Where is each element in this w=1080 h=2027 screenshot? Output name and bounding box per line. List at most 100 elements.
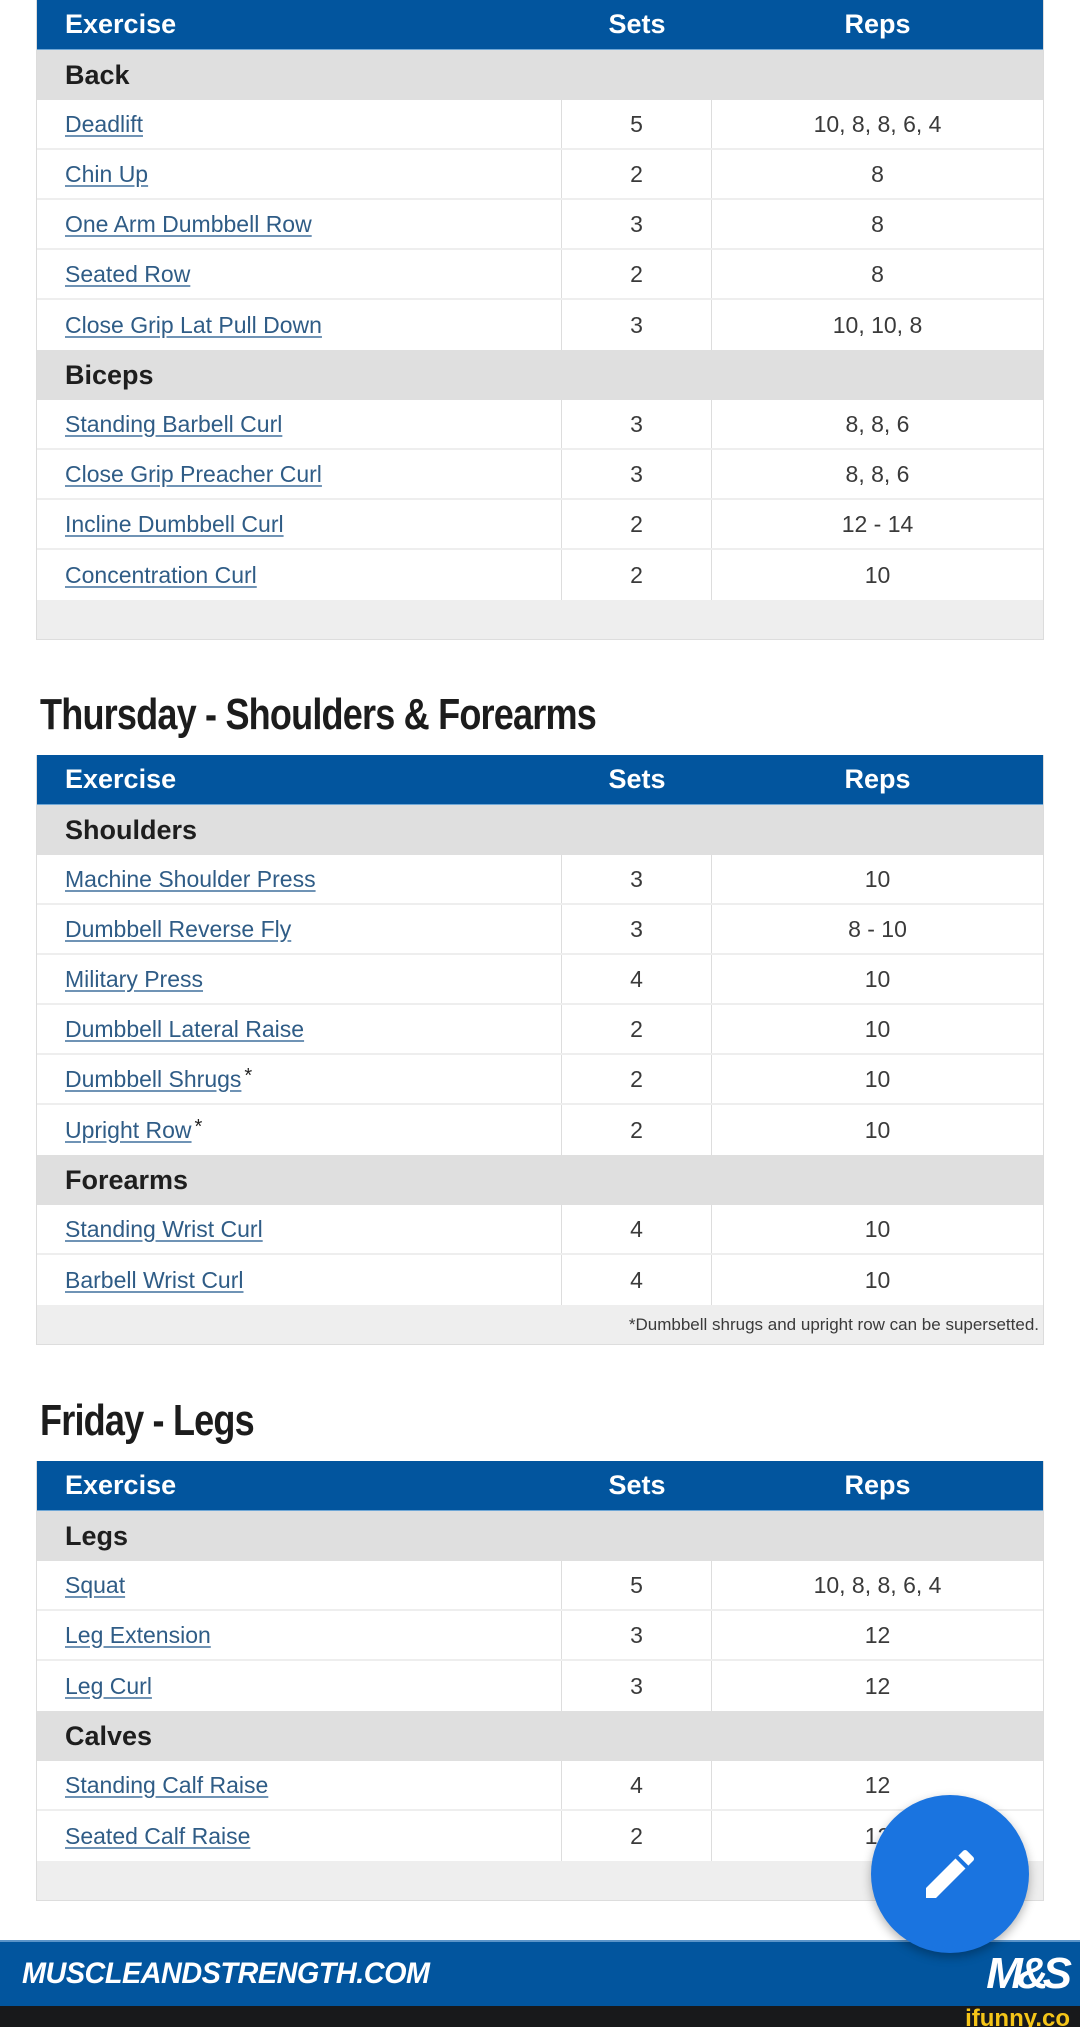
exercise-row: Dumbbell Reverse Fly 3 8 - 10 — [37, 905, 1043, 955]
exercise-link[interactable]: Dumbbell Lateral Raise — [65, 1016, 304, 1043]
exercise-link[interactable]: Dumbbell Reverse Fly — [65, 916, 291, 943]
exercise-link[interactable]: Dumbbell Shrugs — [65, 1066, 241, 1093]
reps-cell: 8 — [871, 260, 884, 287]
sets-cell: 2 — [562, 500, 712, 548]
sets-cell: 3 — [562, 450, 712, 498]
exercise-link[interactable]: Standing Barbell Curl — [65, 411, 282, 438]
pencil-icon — [926, 1849, 975, 1898]
exercise-link[interactable]: Barbell Wrist Curl — [65, 1267, 244, 1294]
exercise-row: Standing Barbell Curl 3 8, 8, 6 — [37, 400, 1043, 450]
sets-cell: 4 — [562, 1205, 712, 1253]
exercise-cell: Close Grip Lat Pull Down — [37, 300, 562, 350]
reps-cell: 8, 8, 6 — [845, 410, 910, 437]
exercise-link[interactable]: Squat — [65, 1572, 125, 1599]
muscle-group: Legs Squat 5 10, 8, 8, 6, 4 Leg Extension 3 12… — [37, 1511, 1043, 1711]
reps-cell: 8 — [871, 160, 884, 187]
reps-cell: 10 — [864, 1266, 891, 1293]
exercise-row: Close Grip Preacher Curl 3 8, 8, 6 — [37, 450, 1043, 500]
exercise-link[interactable]: One Arm Dumbbell Row — [65, 211, 312, 238]
sets-cell: 4 — [562, 1761, 712, 1809]
exercise-cell: Leg Extension — [37, 1611, 562, 1659]
column-header-exercise: Exercise — [65, 1470, 177, 1500]
exercise-link[interactable]: Incline Dumbbell Curl — [65, 511, 284, 538]
sets-cell: 3 — [562, 400, 712, 448]
brand-banner: MUSCLEANDSTRENGTH.COM M&S — [0, 1940, 1080, 2006]
exercise-link[interactable]: Seated Calf Raise — [65, 1823, 250, 1850]
reps-cell: 8, 8, 6 — [845, 460, 910, 487]
category-row: Legs — [37, 1511, 1043, 1561]
reps-cell: 10 — [864, 1215, 891, 1242]
exercise-cell: Standing Calf Raise — [37, 1761, 562, 1809]
table-header: Exercise Sets Reps — [37, 0, 1043, 50]
sets-cell: 3 — [562, 905, 712, 953]
exercise-cell: Deadlift — [37, 100, 562, 148]
exercise-link[interactable]: Standing Calf Raise — [65, 1772, 268, 1799]
muscle-group: Biceps Standing Barbell Curl 3 8, 8, 6 Close… — [37, 350, 1043, 600]
ms-logo: M&S — [986, 1949, 1072, 1998]
ifunny-watermark: ifunny.co — [965, 2005, 1070, 2027]
exercise-cell: Dumbbell Shrugs * — [37, 1055, 562, 1103]
exercise-cell: Squat — [37, 1561, 562, 1609]
column-header-reps: Reps — [844, 1470, 911, 1500]
edit-fab-button[interactable] — [871, 1795, 1029, 1953]
exercise-link[interactable]: Seated Row — [65, 261, 190, 288]
exercise-row: Dumbbell Lateral Raise 2 10 — [37, 1005, 1043, 1055]
category-row: Shoulders — [37, 805, 1043, 855]
exercise-link[interactable]: Leg Curl — [65, 1673, 152, 1700]
day-heading-friday: Friday - Legs — [40, 1396, 255, 1445]
exercise-link[interactable]: Chin Up — [65, 161, 148, 188]
sets-cell: 2 — [562, 1811, 712, 1861]
exercise-link[interactable]: Leg Extension — [65, 1622, 211, 1649]
exercise-link[interactable]: Deadlift — [65, 111, 143, 138]
sets-cell: 5 — [562, 100, 712, 148]
exercise-cell: Dumbbell Reverse Fly — [37, 905, 562, 953]
exercise-row: Leg Extension 3 12 — [37, 1611, 1043, 1661]
exercise-row: Dumbbell Shrugs * 2 10 — [37, 1055, 1043, 1105]
exercise-link[interactable]: Standing Wrist Curl — [65, 1216, 263, 1243]
exercise-cell: Standing Barbell Curl — [37, 400, 562, 448]
exercise-link[interactable]: Close Grip Preacher Curl — [65, 461, 322, 488]
workout-table-back-biceps: Exercise Sets Reps Back Deadlift 5 10, 8, 8, 6… — [36, 0, 1044, 640]
sets-cell: 3 — [562, 300, 712, 350]
exercise-row: Standing Wrist Curl 4 10 — [37, 1205, 1043, 1255]
exercise-link[interactable]: Machine Shoulder Press — [65, 866, 316, 893]
table-footnote: *Dumbbell shrugs and upright row can be … — [37, 1305, 1043, 1345]
reps-cell: 10 — [864, 1015, 891, 1042]
exercise-link[interactable]: Military Press — [65, 966, 203, 993]
column-header-exercise: Exercise — [65, 9, 177, 39]
reps-cell: 10 — [864, 865, 891, 892]
exercise-cell: Leg Curl — [37, 1661, 562, 1711]
exercise-cell: Barbell Wrist Curl — [37, 1255, 562, 1305]
exercise-row: Seated Row 2 8 — [37, 250, 1043, 300]
exercise-row: Incline Dumbbell Curl 2 12 - 14 — [37, 500, 1043, 550]
workout-table-shoulders-forearms: Exercise Sets Reps Shoulders Machine Shoulde… — [36, 755, 1044, 1345]
sets-cell: 3 — [562, 200, 712, 248]
exercise-cell: Upright Row * — [37, 1105, 562, 1155]
column-header-sets: Sets — [608, 764, 666, 794]
sets-cell: 3 — [562, 1611, 712, 1659]
exercise-link[interactable]: Upright Row — [65, 1117, 192, 1144]
column-header-reps: Reps — [844, 9, 911, 39]
site-name: MUSCLEANDSTRENGTH.COM — [22, 1957, 430, 1990]
exercise-row: Leg Curl 3 12 — [37, 1661, 1043, 1711]
category-row: Calves — [37, 1711, 1043, 1761]
muscle-group: Back Deadlift 5 10, 8, 8, 6, 4 Chin Up 2 8 One … — [37, 50, 1043, 350]
exercise-row: Machine Shoulder Press 3 10 — [37, 855, 1043, 905]
table-header: Exercise Sets Reps — [37, 1461, 1043, 1511]
exercise-link[interactable]: Concentration Curl — [65, 562, 257, 589]
exercise-cell: Dumbbell Lateral Raise — [37, 1005, 562, 1053]
reps-cell: 12 — [864, 1621, 891, 1648]
exercise-link[interactable]: Close Grip Lat Pull Down — [65, 312, 322, 339]
exercise-cell: Seated Calf Raise — [37, 1811, 562, 1861]
sets-cell: 2 — [562, 250, 712, 298]
watermark-strip: ifunny.co — [0, 2006, 1080, 2027]
muscle-group: Shoulders Machine Shoulder Press 3 10 Dumbbe… — [37, 805, 1043, 1155]
sets-cell: 3 — [562, 855, 712, 903]
footnote-marker: * — [244, 1064, 253, 1087]
reps-cell: 10, 8, 8, 6, 4 — [813, 110, 942, 137]
exercise-row: Close Grip Lat Pull Down 3 10, 10, 8 — [37, 300, 1043, 350]
sets-cell: 2 — [562, 1005, 712, 1053]
reps-cell: 12 — [864, 1672, 891, 1699]
exercise-cell: One Arm Dumbbell Row — [37, 200, 562, 248]
column-header-sets: Sets — [608, 9, 666, 39]
